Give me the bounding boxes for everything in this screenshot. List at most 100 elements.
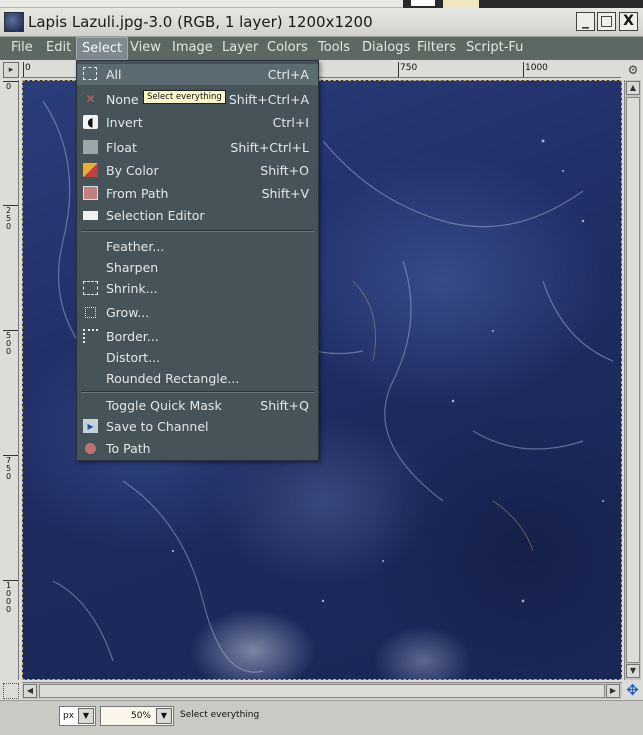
- selection-editor-icon: [83, 211, 98, 220]
- desktop-strip: [0, 0, 643, 8]
- menu-item-label: Distort...: [106, 350, 161, 365]
- ruler-tick: [23, 62, 24, 77]
- menu-item-label: From Path: [106, 186, 169, 201]
- menu-item-shortcut: Shift+O: [260, 163, 309, 178]
- menu-item-float[interactable]: Float Shift+Ctrl+L: [77, 137, 318, 158]
- image-window: Lapis Lazuli.jpg-3.0 (RGB, 1 layer) 1200…: [0, 0, 643, 735]
- menu-item-label: By Color: [106, 163, 159, 178]
- image-thumbnail-icon: [4, 12, 24, 32]
- status-bar: px ▼ 50% ▼ Select everything: [0, 700, 643, 735]
- vertical-scrollbar[interactable]: ▲ ▼: [624, 80, 641, 680]
- menu-image[interactable]: Image: [172, 40, 213, 55]
- desktop-strip-block: [411, 0, 435, 6]
- maximize-button[interactable]: □: [597, 12, 616, 31]
- float-icon: [83, 140, 98, 154]
- menu-view[interactable]: View: [130, 40, 161, 55]
- menu-item-label: Grow...: [106, 305, 150, 320]
- window-title: Lapis Lazuli.jpg-3.0 (RGB, 1 layer) 1200…: [28, 13, 373, 31]
- menu-edit[interactable]: Edit: [46, 40, 71, 55]
- menu-item-label: Sharpen: [106, 260, 159, 275]
- menu-item-toggle-quick-mask[interactable]: Toggle Quick Mask Shift+Q: [77, 395, 318, 416]
- scroll-up-arrow-icon[interactable]: ▲: [626, 81, 640, 95]
- menu-tools[interactable]: Tools: [318, 40, 350, 55]
- menu-separator: [81, 230, 314, 232]
- menu-item-border[interactable]: Border...: [77, 326, 318, 347]
- menu-item-shortcut: Shift+Ctrl+A: [228, 92, 309, 107]
- menu-file[interactable]: File: [11, 40, 33, 55]
- desktop-strip-right: [403, 0, 643, 8]
- unit-value: px: [63, 711, 75, 721]
- menu-select[interactable]: Select: [76, 37, 129, 60]
- from-path-icon: [83, 186, 98, 200]
- ruler-tick: [523, 62, 524, 77]
- menu-item-shortcut: Shift+Q: [260, 398, 309, 413]
- ruler-label: 1000: [6, 581, 12, 614]
- menu-item-label: Shrink...: [106, 281, 158, 296]
- menu-item-label: Float: [106, 140, 137, 155]
- menu-item-label: Border...: [106, 329, 159, 344]
- scroll-right-arrow-icon[interactable]: ▶: [606, 684, 620, 698]
- menu-script-fu[interactable]: Script-Fu: [466, 40, 523, 55]
- menu-item-to-path[interactable]: To Path: [77, 438, 318, 459]
- menu-separator: [81, 391, 314, 393]
- navigation-move-icon[interactable]: ✥: [624, 682, 641, 699]
- ruler-label: 500: [6, 331, 12, 356]
- menu-item-label: To Path: [106, 441, 151, 456]
- shrink-icon: [83, 281, 98, 295]
- menu-item-shortcut: Shift+Ctrl+L: [230, 140, 309, 155]
- scroll-left-arrow-icon[interactable]: ◀: [23, 684, 37, 698]
- menu-item-from-path[interactable]: From Path Shift+V: [77, 183, 318, 204]
- menu-item-shortcut: Ctrl+I: [272, 115, 309, 130]
- select-menu-dropdown: All Ctrl+A ✕ None Shift+Ctrl+A ◖ Invert …: [76, 60, 319, 461]
- scroll-down-arrow-icon[interactable]: ▼: [626, 664, 640, 678]
- desktop-strip-block: [443, 0, 479, 8]
- ruler-label: 250: [6, 206, 12, 231]
- menu-item-shrink[interactable]: Shrink...: [77, 278, 318, 299]
- quick-mask-toggle-icon[interactable]: [3, 683, 19, 699]
- minimize-button[interactable]: _: [576, 12, 595, 31]
- menu-item-label: All: [106, 67, 122, 82]
- menu-item-selection-editor[interactable]: Selection Editor: [77, 205, 318, 226]
- zoom-value: 50%: [130, 711, 151, 721]
- menu-item-feather[interactable]: Feather...: [77, 236, 318, 257]
- menu-item-sharpen[interactable]: Sharpen: [77, 257, 318, 278]
- navigate-icon[interactable]: ⚙: [625, 62, 641, 78]
- chevron-down-icon[interactable]: ▼: [156, 708, 172, 724]
- menu-item-all[interactable]: All Ctrl+A: [77, 64, 318, 85]
- menu-item-label: None: [106, 92, 139, 107]
- menu-colors[interactable]: Colors: [267, 40, 308, 55]
- menu-item-by-color[interactable]: By Color Shift+O: [77, 160, 318, 181]
- ruler-tick: [398, 62, 399, 77]
- zoom-select[interactable]: 50% ▼: [100, 706, 174, 726]
- menu-arrow-button[interactable]: ▸: [3, 62, 19, 78]
- vertical-scroll-thumb[interactable]: [626, 97, 640, 663]
- status-message: Select everything: [180, 710, 260, 720]
- menu-item-save-to-channel[interactable]: ▸ Save to Channel: [77, 416, 318, 437]
- border-icon: [83, 329, 98, 343]
- horizontal-scroll-thumb[interactable]: [39, 684, 605, 698]
- menu-layer[interactable]: Layer: [222, 40, 258, 55]
- chevron-down-icon[interactable]: ▼: [78, 708, 94, 724]
- horizontal-scrollbar[interactable]: ◀ ▶: [22, 682, 622, 699]
- menu-item-distort[interactable]: Distort...: [77, 347, 318, 368]
- menu-item-shortcut: Shift+V: [261, 186, 309, 201]
- ruler-label: 0: [6, 82, 12, 91]
- vertical-ruler: 0 250 500 750 1000: [3, 80, 19, 680]
- menu-item-label: Selection Editor: [106, 208, 205, 223]
- menu-item-invert[interactable]: ◖ Invert Ctrl+I: [77, 112, 318, 133]
- save-to-channel-icon: ▸: [83, 419, 98, 433]
- close-button[interactable]: X: [619, 12, 638, 31]
- menu-item-label: Rounded Rectangle...: [106, 371, 240, 386]
- to-path-icon: [85, 443, 96, 454]
- menu-item-rounded-rectangle[interactable]: Rounded Rectangle...: [77, 368, 318, 389]
- tooltip: Select everything: [143, 90, 226, 104]
- menu-item-label: Toggle Quick Mask: [106, 398, 222, 413]
- title-bar[interactable]: Lapis Lazuli.jpg-3.0 (RGB, 1 layer) 1200…: [0, 8, 643, 37]
- select-all-icon: [83, 67, 97, 80]
- menu-dialogs[interactable]: Dialogs: [362, 40, 410, 55]
- ruler-label: 0: [25, 63, 31, 73]
- menu-bar: File Edit Select View Image Layer Colors…: [0, 37, 643, 60]
- menu-filters[interactable]: Filters: [417, 40, 456, 55]
- unit-select[interactable]: px ▼: [59, 706, 96, 726]
- menu-item-grow[interactable]: Grow...: [77, 302, 318, 323]
